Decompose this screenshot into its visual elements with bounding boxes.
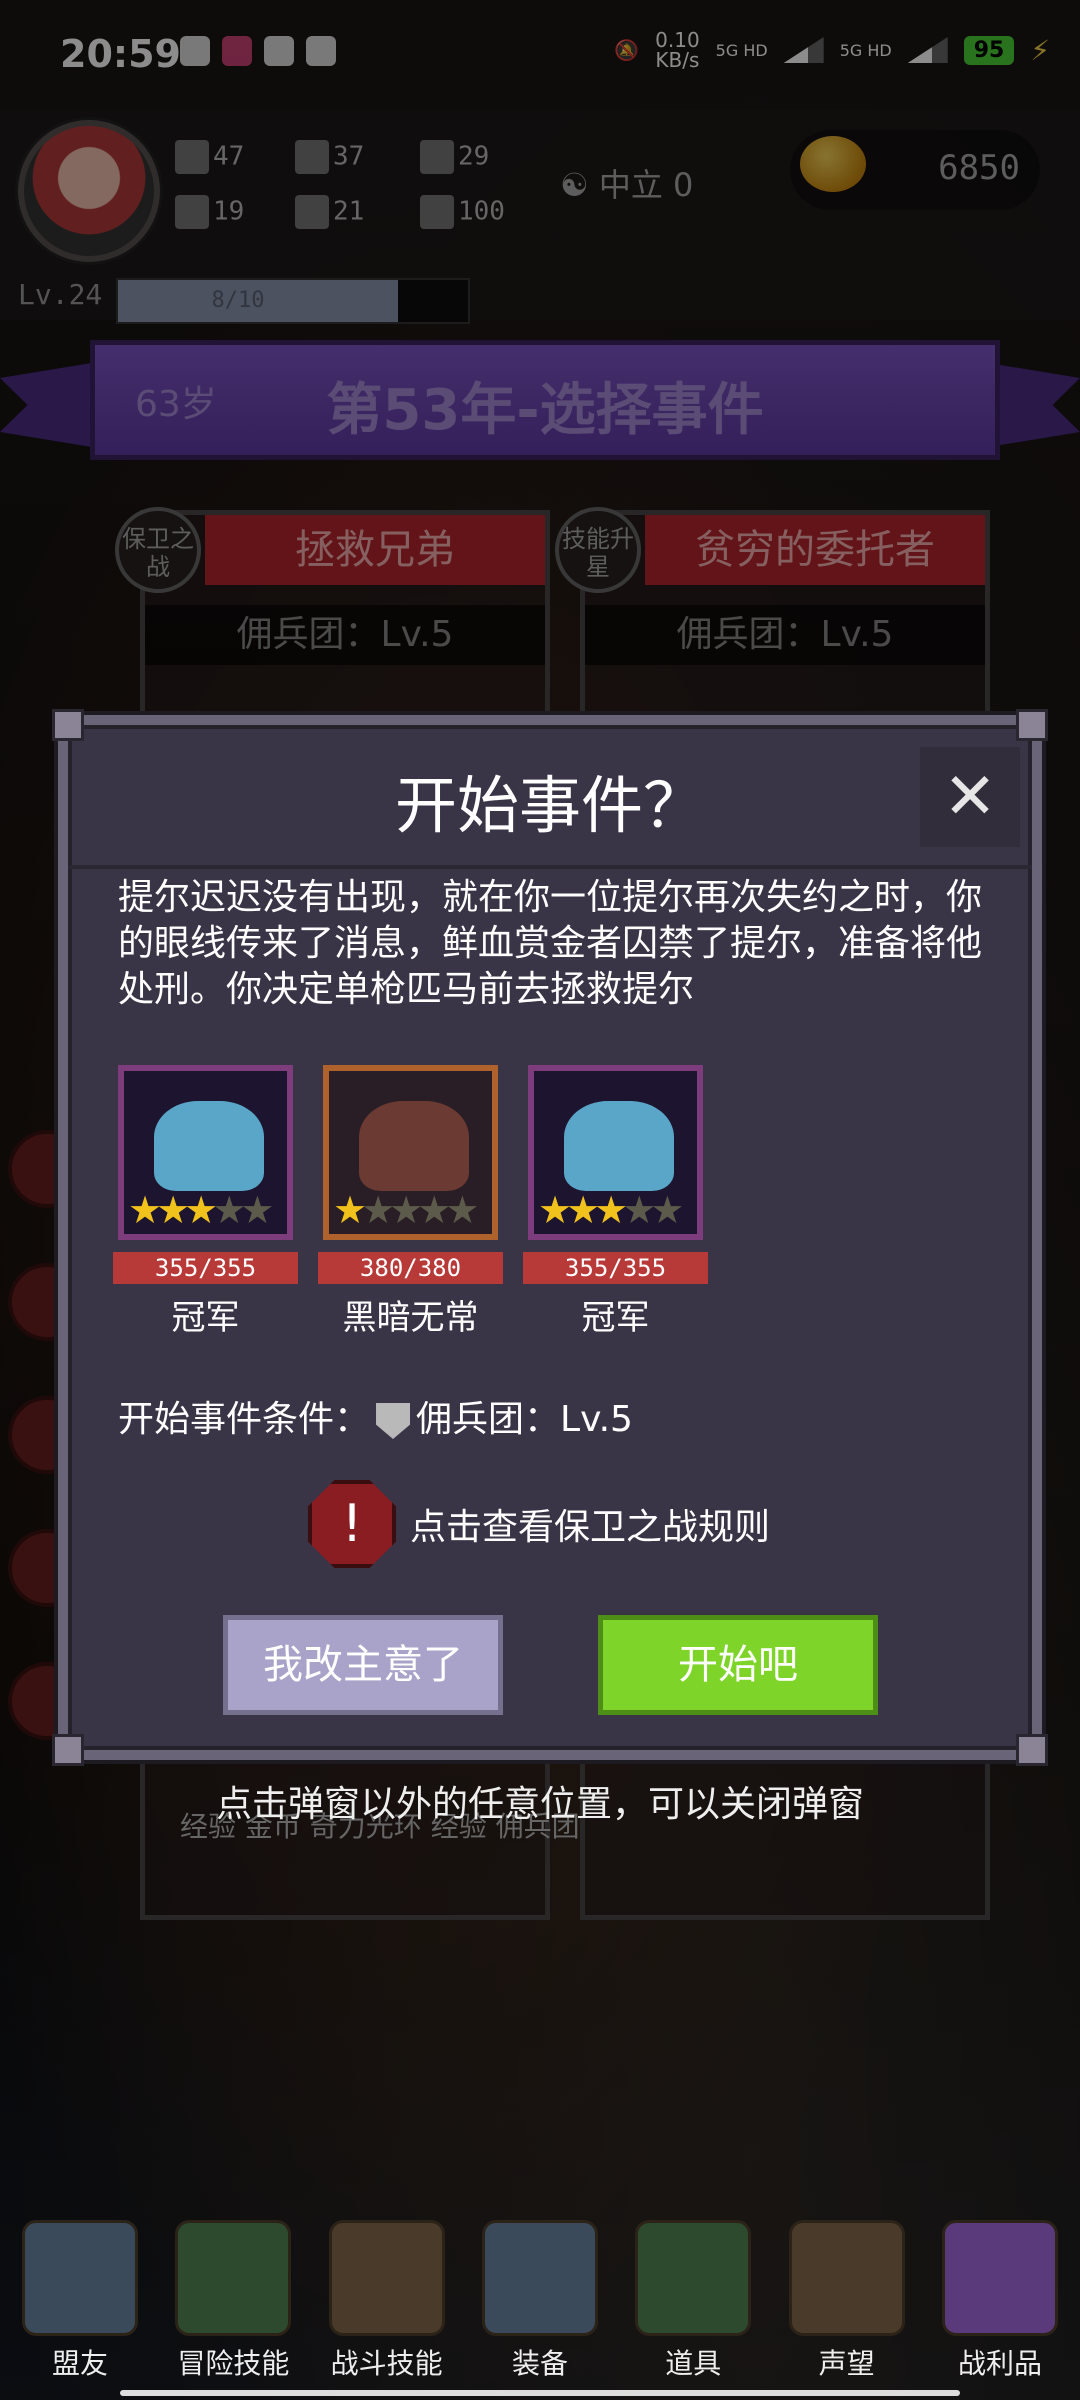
star-icon: ★ [361, 1188, 395, 1232]
scroll-icon [788, 2220, 905, 2336]
event-description: 提尔迟迟没有出现，就在你一位提尔再次失约之时，你的眼线传来了消息，鲜血赏金者囚禁… [118, 877, 983, 1010]
hero-portrait: ★★★★★ [528, 1065, 703, 1240]
hero-name: 冠军 [581, 1298, 650, 1338]
star-icon: ★ [445, 1188, 479, 1232]
hero-portrait: ★★★★★ [118, 1065, 293, 1240]
hero-name: 黑暗无常 [342, 1298, 479, 1338]
hero-card[interactable]: ★★★★★ 355/355 冠军 [523, 1065, 708, 1339]
mercenary-shield-icon [376, 1403, 411, 1439]
star-rating: ★★★★★ [333, 1188, 479, 1232]
hero-card[interactable]: ★★★★★ 380/380 黑暗无常 [318, 1065, 503, 1339]
nav-equipment[interactable]: 装备 [480, 2200, 600, 2400]
hero-hp: 355/355 [113, 1252, 298, 1284]
nav-adventure-skills[interactable]: 冒险技能 [173, 2200, 293, 2400]
start-condition: 开始事件条件： 佣兵团：Lv.5 [118, 1399, 633, 1440]
hero-hp: 355/355 [523, 1252, 708, 1284]
bottom-nav: 盟友 冒险技能 战斗技能 装备 道具 声望 战利品 [0, 2200, 1080, 2400]
start-button[interactable]: 开始吧 [598, 1615, 878, 1715]
swords-icon [481, 2220, 598, 2336]
warning-icon: ! [308, 1480, 396, 1568]
cancel-button[interactable]: 我改主意了 [223, 1615, 503, 1715]
backpack-icon [328, 2220, 445, 2336]
nav-reputation[interactable]: 声望 [787, 2200, 907, 2400]
star-icon: ★ [650, 1188, 684, 1232]
star-icon: ★ [240, 1188, 274, 1232]
star-icon: ★ [594, 1188, 628, 1232]
star-icon: ★ [538, 1188, 572, 1232]
hero-list: ★★★★★ 355/355 冠军 ★★★★★ 380/380 黑暗无常 ★★★★… [113, 1065, 708, 1339]
dialog-title: 开始事件？ [394, 769, 705, 842]
star-rating: ★★★★★ [538, 1188, 684, 1232]
chest-icon [941, 2220, 1058, 2336]
star-icon: ★ [333, 1188, 367, 1232]
star-icon: ★ [128, 1188, 162, 1232]
hero-hp: 380/380 [318, 1252, 503, 1284]
star-icon: ★ [156, 1188, 190, 1232]
home-indicator[interactable] [120, 2390, 960, 2396]
handshake-icon [22, 2220, 138, 2336]
nav-loot[interactable]: 战利品 [940, 2200, 1060, 2400]
nav-allies[interactable]: 盟友 [20, 2200, 140, 2400]
book-icon [175, 2220, 292, 2336]
star-icon: ★ [417, 1188, 451, 1232]
start-event-dialog: 开始事件？ ✕ 提尔迟迟没有出现，就在你一位提尔再次失约之时，你的眼线传来了消息… [52, 709, 1048, 1766]
star-icon: ★ [212, 1188, 246, 1232]
hero-name: 冠军 [171, 1298, 240, 1338]
star-icon: ★ [622, 1188, 656, 1232]
star-icon: ★ [389, 1188, 423, 1232]
hero-card[interactable]: ★★★★★ 355/355 冠军 [113, 1065, 298, 1339]
hero-portrait: ★★★★★ [323, 1065, 498, 1240]
close-button[interactable]: ✕ [920, 747, 1020, 847]
star-rating: ★★★★★ [128, 1188, 274, 1232]
rules-link[interactable]: ! 点击查看保卫之战规则 [308, 1480, 770, 1568]
close-hint: 点击弹窗以外的任意位置，可以关闭弹窗 [215, 1784, 864, 1825]
nav-battle-skills[interactable]: 战斗技能 [327, 2200, 447, 2400]
nav-items[interactable]: 道具 [633, 2200, 753, 2400]
bag-icon [635, 2220, 752, 2336]
star-icon: ★ [566, 1188, 600, 1232]
star-icon: ★ [184, 1188, 218, 1232]
